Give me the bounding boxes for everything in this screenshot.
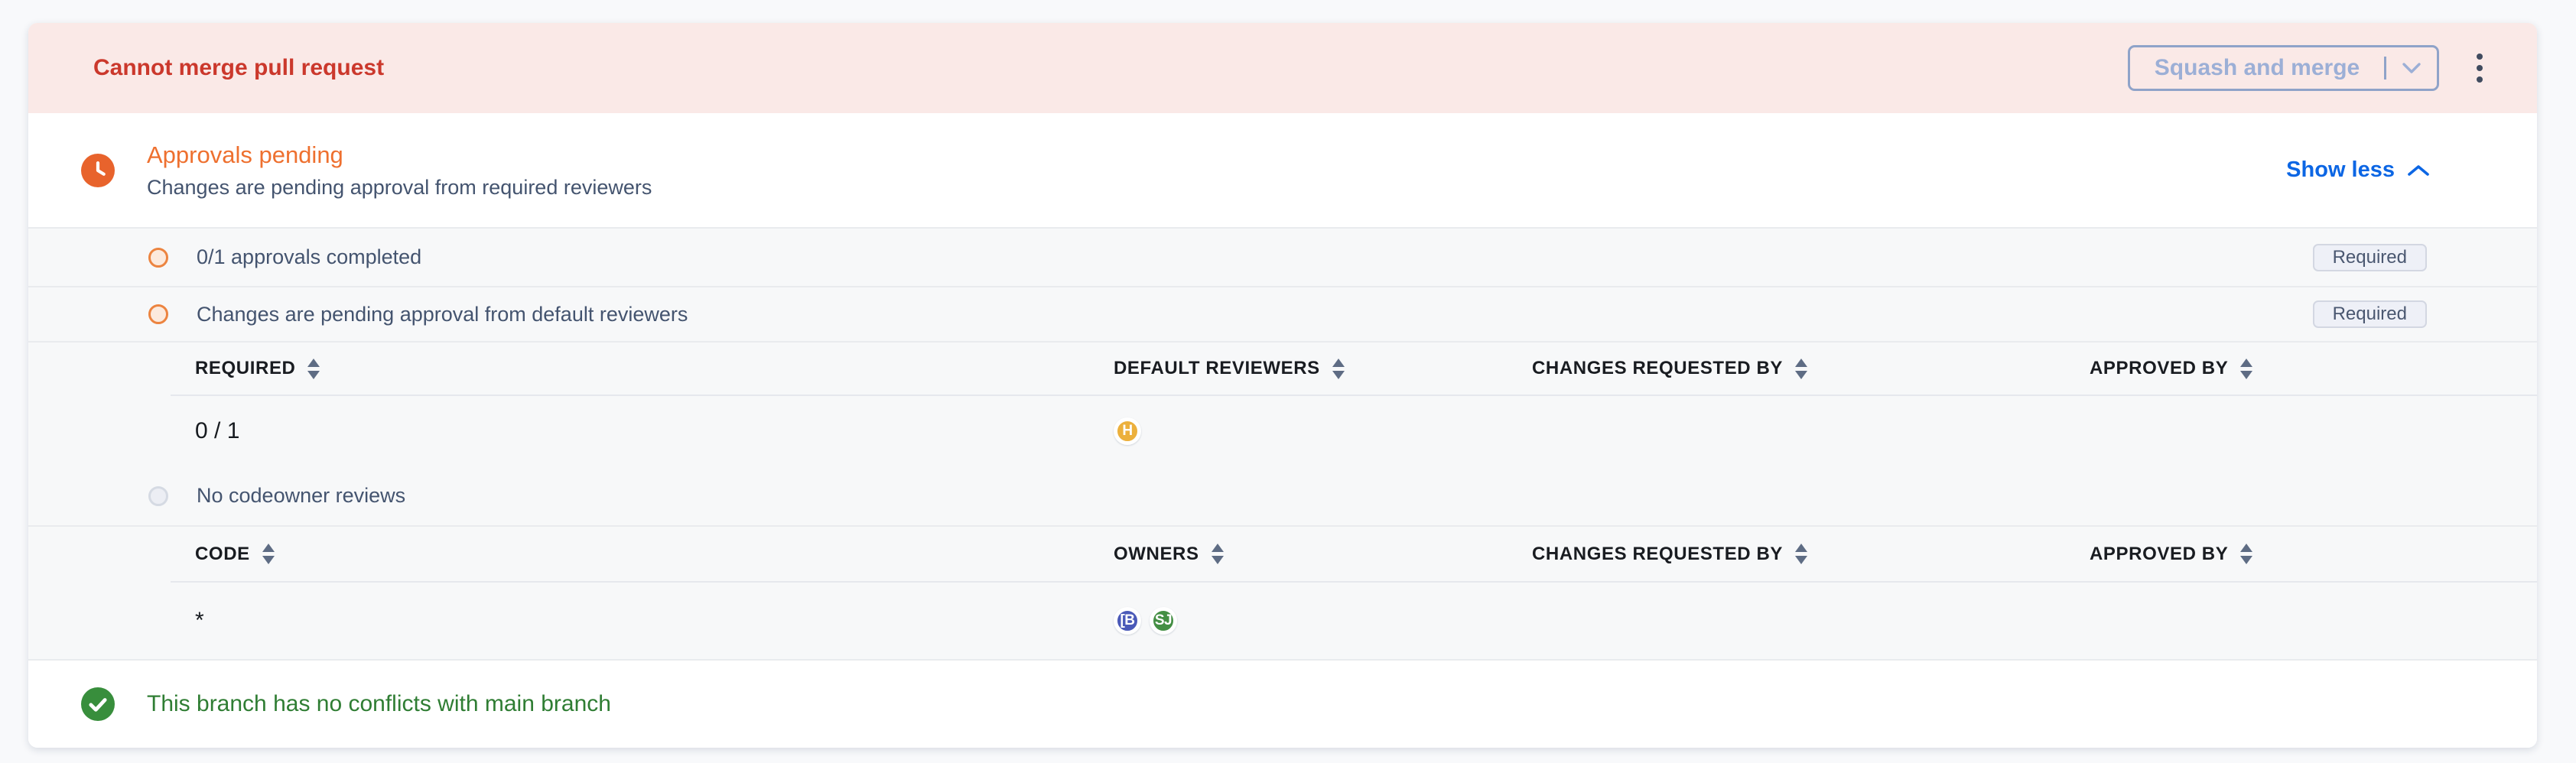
- required-badge: Required: [2313, 300, 2427, 328]
- merge-button-label: Squash and merge: [2130, 55, 2384, 81]
- column-header-approved-by[interactable]: APPROVED BY: [2090, 544, 2537, 565]
- show-less-link[interactable]: Show less: [2286, 157, 2430, 183]
- avatar[interactable]: SJ: [1150, 607, 1177, 635]
- table-header-row: REQUIRED DEFAULT REVIEWERS CHANGES REQUE…: [171, 343, 2537, 396]
- sort-icon: [1332, 359, 1345, 379]
- required-badge: Required: [2313, 244, 2427, 271]
- code-pattern-cell: *: [171, 608, 1114, 634]
- required-reviewers-table: REQUIRED DEFAULT REVIEWERS CHANGES REQUE…: [171, 343, 2537, 466]
- clock-pending-icon: [81, 154, 115, 187]
- table-row: 0 / 1 H: [171, 396, 2537, 466]
- owners-cell: [B SJ: [1114, 607, 1532, 635]
- default-reviewers-cell: H: [1114, 417, 1532, 445]
- show-less-label: Show less: [2286, 157, 2395, 183]
- sort-icon: [1795, 544, 1807, 564]
- column-header-owners[interactable]: OWNERS: [1114, 544, 1532, 565]
- check-label: 0/1 approvals completed: [197, 245, 421, 269]
- merge-options-chevron[interactable]: [2386, 62, 2437, 74]
- sort-icon: [262, 544, 275, 564]
- sort-icon: [2240, 544, 2252, 564]
- reviewers-panel: REQUIRED DEFAULT REVIEWERS CHANGES REQUE…: [28, 341, 2537, 659]
- table-header-row: CODE OWNERS CHANGES REQUESTED BY APPROVE…: [171, 527, 2537, 583]
- no-conflicts-row: This branch has no conflicts with main b…: [28, 659, 2537, 748]
- no-conflicts-message: This branch has no conflicts with main b…: [147, 691, 611, 717]
- column-header-default-reviewers[interactable]: DEFAULT REVIEWERS: [1114, 358, 1532, 379]
- squash-and-merge-button[interactable]: Squash and merge: [2128, 45, 2439, 91]
- pending-circle-icon: [148, 304, 168, 324]
- cannot-merge-banner: Cannot merge pull request Squash and mer…: [28, 23, 2537, 113]
- table-row: * [B SJ: [171, 583, 2537, 659]
- success-check-icon: [81, 687, 115, 721]
- codeowners-table: CODE OWNERS CHANGES REQUESTED BY APPROVE…: [171, 527, 2537, 659]
- column-header-required[interactable]: REQUIRED: [171, 358, 1114, 379]
- sort-icon: [1795, 359, 1807, 379]
- approvals-pending-section-header: Approvals pending Changes are pending ap…: [28, 113, 2537, 227]
- approvals-pending-title: Approvals pending: [147, 138, 2286, 172]
- kebab-dot: [2477, 54, 2483, 60]
- kebab-menu-button[interactable]: [2468, 47, 2491, 89]
- check-row-approvals-count: 0/1 approvals completed Required: [28, 227, 2537, 286]
- required-count-cell: 0 / 1: [171, 418, 1114, 444]
- column-header-changes-requested-by[interactable]: CHANGES REQUESTED BY: [1532, 544, 2090, 565]
- check-row-default-reviewers: Changes are pending approval from defaul…: [28, 286, 2537, 341]
- pending-circle-icon: [148, 248, 168, 268]
- banner-title: Cannot merge pull request: [93, 55, 2128, 81]
- kebab-dot: [2477, 65, 2483, 71]
- column-header-approved-by[interactable]: APPROVED BY: [2090, 358, 2537, 379]
- approvals-pending-subtitle: Changes are pending approval from requir…: [147, 172, 2286, 203]
- chevron-down-icon: [2402, 62, 2422, 74]
- column-header-changes-requested-by[interactable]: CHANGES REQUESTED BY: [1532, 358, 2090, 379]
- sort-icon: [2240, 359, 2252, 379]
- chevron-up-icon: [2407, 164, 2430, 177]
- approvals-titles: Approvals pending Changes are pending ap…: [147, 138, 2286, 203]
- check-row-codeowners: No codeowner reviews: [28, 466, 2537, 527]
- check-label: Changes are pending approval from defaul…: [197, 303, 688, 326]
- avatar[interactable]: H: [1114, 417, 1141, 445]
- kebab-dot: [2477, 76, 2483, 83]
- sort-icon: [307, 359, 320, 379]
- check-label: No codeowner reviews: [197, 484, 405, 508]
- merge-checks-card: Cannot merge pull request Squash and mer…: [28, 23, 2537, 748]
- neutral-circle-icon: [148, 486, 168, 506]
- column-header-code[interactable]: CODE: [171, 544, 1114, 565]
- sort-icon: [1212, 544, 1224, 564]
- avatar[interactable]: [B: [1114, 607, 1141, 635]
